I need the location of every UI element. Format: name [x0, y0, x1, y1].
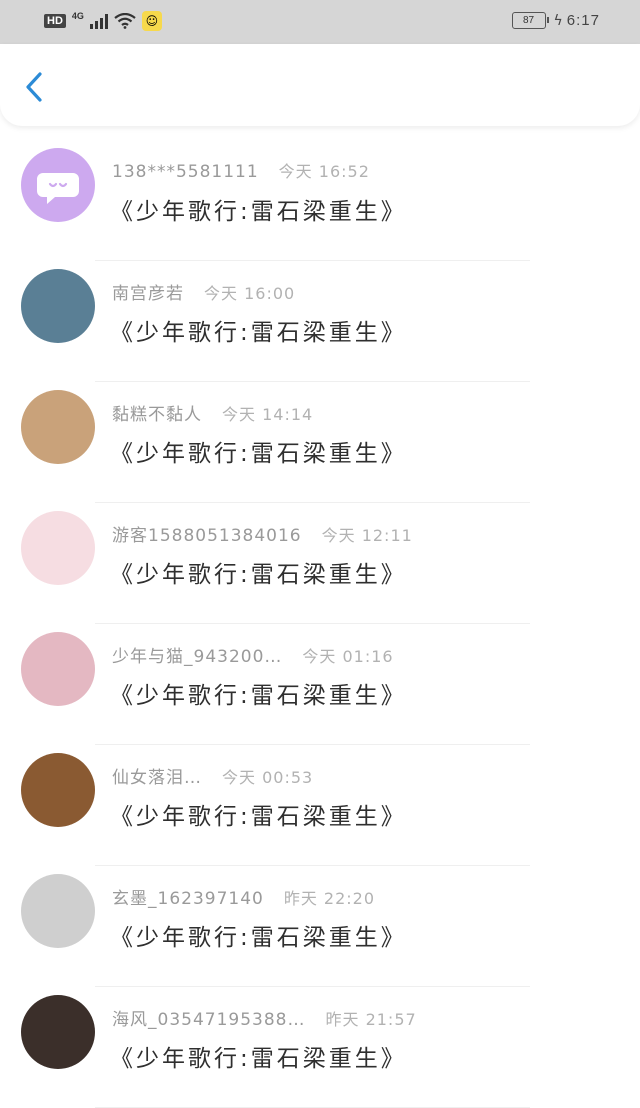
sender-name: 138***5581111 [112, 162, 259, 182]
message-meta: 138***5581111 今天 16:52 [112, 158, 370, 182]
sender-name: 南宫彦若 [112, 284, 184, 304]
app-notification-icon: ☺ [141, 11, 162, 31]
wifi-icon [114, 13, 136, 29]
sender-name: 玄墨_162397140 [112, 889, 264, 909]
avatar[interactable] [21, 874, 95, 948]
message-meta: 黏糕不黏人 今天 14:14 [112, 400, 313, 425]
chevron-left-icon[interactable] [20, 70, 50, 104]
message-time: 今天 16:00 [204, 284, 296, 303]
sender-name: 黏糕不黏人 [112, 405, 202, 425]
battery-icon: 87 [511, 12, 549, 29]
message-time: 今天 00:53 [222, 768, 314, 787]
message-meta: 玄墨_162397140 昨天 22:20 [112, 884, 375, 909]
avatar[interactable] [21, 269, 95, 343]
list-item[interactable]: 138***5581111 今天 16:52 《少年歌行:雷石梁重生》 [0, 140, 640, 261]
list-item[interactable]: 海风_03547195388… 昨天 21:57 《少年歌行:雷石梁重生》 [0, 987, 640, 1108]
avatar[interactable] [21, 632, 95, 706]
list-item[interactable]: 南宫彦若 今天 16:00 《少年歌行:雷石梁重生》 [0, 261, 640, 382]
message-title: 《少年歌行:雷石梁重生》 [110, 562, 407, 588]
message-time: 今天 01:16 [302, 647, 394, 666]
list-item[interactable]: 少年与猫_943200… 今天 01:16 《少年歌行:雷石梁重生》 [0, 624, 640, 745]
message-time: 今天 14:14 [222, 405, 314, 424]
message-meta: 仙女落泪… 今天 00:53 [112, 763, 313, 788]
status-bar: HD 4G ☺ 87 ϟ 6:17 [0, 0, 640, 44]
signal-icon [89, 13, 108, 29]
status-left: HD 4G ☺ [44, 11, 162, 31]
message-title: 《少年歌行:雷石梁重生》 [110, 683, 407, 709]
status-right: 87 ϟ 6:17 [511, 12, 600, 29]
message-meta: 海风_03547195388… 昨天 21:57 [112, 1005, 417, 1030]
message-title: 《少年歌行:雷石梁重生》 [110, 320, 407, 346]
message-title: 《少年歌行:雷石梁重生》 [110, 804, 407, 830]
network-type: 4G [71, 11, 84, 21]
avatar[interactable] [21, 753, 95, 827]
message-title: 《少年歌行:雷石梁重生》 [110, 925, 407, 951]
clock: 6:17 [566, 12, 600, 29]
message-title: 《少年歌行:雷石梁重生》 [110, 1046, 407, 1072]
message-time: 今天 12:11 [321, 526, 413, 545]
header [0, 44, 640, 126]
charging-icon: ϟ [553, 12, 563, 29]
message-title: 《少年歌行:雷石梁重生》 [110, 441, 407, 467]
chat-bubble-icon [37, 173, 79, 204]
avatar[interactable] [21, 148, 95, 222]
message-time: 昨天 22:20 [283, 889, 376, 908]
avatar[interactable] [21, 511, 95, 585]
sender-name: 少年与猫_943200… [112, 647, 283, 667]
list-item[interactable]: 黏糕不黏人 今天 14:14 《少年歌行:雷石梁重生》 [0, 382, 640, 503]
message-time: 今天 16:52 [278, 162, 370, 181]
avatar[interactable] [21, 995, 95, 1069]
list-item[interactable]: 玄墨_162397140 昨天 22:20 《少年歌行:雷石梁重生》 [0, 866, 640, 987]
message-title: 《少年歌行:雷石梁重生》 [110, 199, 407, 225]
message-list: 138***5581111 今天 16:52 《少年歌行:雷石梁重生》 南宫彦若 今天 … [0, 140, 640, 1108]
list-item[interactable]: 游客1588051384016 今天 12:11 《少年歌行:雷石梁重生》 [0, 503, 640, 624]
message-meta: 游客1588051384016 今天 12:11 [112, 521, 413, 546]
list-item[interactable]: 仙女落泪… 今天 00:53 《少年歌行:雷石梁重生》 [0, 745, 640, 866]
avatar[interactable] [21, 390, 95, 464]
sender-name: 仙女落泪… [112, 768, 202, 788]
sender-name: 海风_03547195388… [112, 1010, 306, 1030]
message-meta: 少年与猫_943200… 今天 01:16 [112, 642, 394, 667]
message-time: 昨天 21:57 [325, 1010, 417, 1029]
message-meta: 南宫彦若 今天 16:00 [112, 279, 295, 304]
sender-name: 游客1588051384016 [112, 526, 302, 546]
hd-badge: HD [44, 14, 66, 28]
